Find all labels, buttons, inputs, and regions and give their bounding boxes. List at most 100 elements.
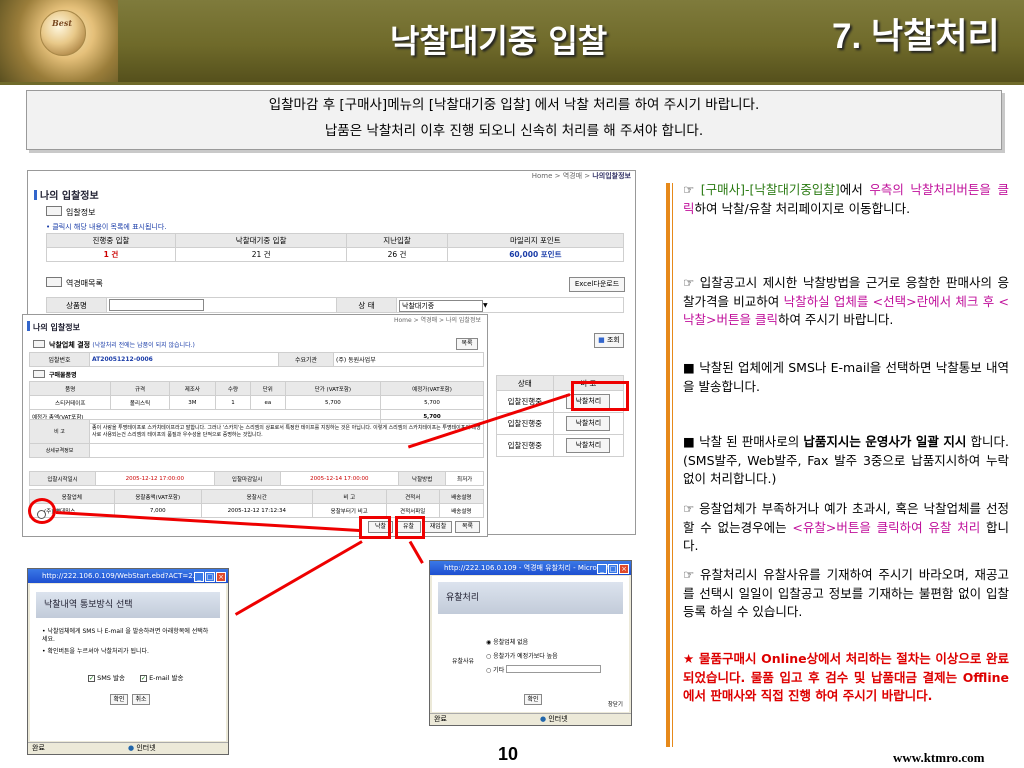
bid-info-title: 나의 입찰정보 — [34, 187, 99, 202]
spec-label: 상세규격정보 — [29, 443, 90, 458]
method-value: 최저가 — [445, 471, 484, 486]
notify-bullet-1: • 낙찰업체에게 SMS 나 E-mail 을 발송하려면 아래항목에 선택하세… — [42, 628, 209, 643]
reason-option-2[interactable]: ○ 응찰가가 예정가보다 높음 — [486, 650, 601, 664]
highlight-select-radio — [28, 498, 56, 524]
summary-header: 지난입찰 — [346, 233, 448, 248]
para-1: ☞ [구매사]-[낙찰대기중입찰]에서 우측의 낙찰처리버튼을 클릭하여 낙찰/… — [683, 182, 1009, 216]
schedule-table: 입찰시작일시 2005-12-12 17:00:00 입찰마감일시 2005-12-1… — [28, 471, 484, 486]
accent-bar-thin — [672, 183, 673, 747]
award-process-button[interactable]: 낙찰처리 — [566, 438, 611, 453]
bid-header: 응찰시간 — [200, 489, 313, 504]
summary-value[interactable]: 1 건 — [46, 247, 176, 262]
notify-bullet-2: • 확인버튼을 누르셔야 낙찰처리가 됩니다. — [42, 648, 149, 655]
end-value: 2005-12-14 17:00:00 — [279, 471, 400, 486]
notify-cancel-button[interactable]: 취소 — [132, 694, 150, 705]
search-table: 상품명 상 태 낙찰대기중 ▼ — [46, 297, 624, 313]
reason-option-1[interactable]: ◉ 응찰업체 없음 — [486, 636, 601, 650]
fail-popup-window: http://222.106.0.109 - 역경매 유찰처리 - Micros… — [429, 560, 632, 726]
section-icon — [33, 340, 45, 348]
item-cell: 3M — [168, 395, 217, 410]
item-header: 예정가(VAT포함) — [380, 381, 484, 396]
fail-heading: 유찰처리 — [438, 582, 623, 614]
footer-url[interactable]: www.ktmro.com — [893, 750, 984, 766]
org-value: (주) 동원사업부 — [333, 352, 484, 367]
summary-value[interactable]: 21 건 — [174, 247, 348, 262]
notify-statusbar: 완료 ● 인터넷 — [28, 742, 228, 754]
method-label: 낙찰방법 — [398, 471, 447, 486]
status-label: 상 태 — [336, 297, 397, 313]
arrow-award-to-notify — [234, 540, 363, 616]
product-label: 상품명 — [46, 297, 107, 313]
bidder-time: 2005-12-12 17:12:34 — [200, 503, 313, 518]
reason-option-3[interactable]: ○ 기타 — [486, 664, 602, 678]
back-list-button[interactable]: 목록 — [455, 521, 480, 533]
maximize-icon[interactable]: □ — [608, 564, 618, 574]
search-button[interactable]: ■ 조회 — [594, 333, 624, 348]
item-header: 규격 — [110, 381, 170, 396]
product-input[interactable] — [109, 299, 204, 311]
bid-section-header: 입찰정보 — [46, 206, 95, 218]
page-number: 10 — [498, 744, 519, 764]
notify-ok-button[interactable]: 확인 — [110, 694, 128, 705]
bid-no: AT20051212-0006 — [89, 352, 279, 367]
delivery-note-link[interactable]: 배송설명 — [438, 503, 485, 518]
highlight-award-button — [359, 516, 391, 539]
excel-download-button[interactable]: Excel다운로드 — [569, 277, 625, 292]
close-icon[interactable]: × — [619, 564, 629, 574]
maximize-icon[interactable]: □ — [205, 572, 215, 582]
rebid-button[interactable]: 재입찰 — [424, 521, 452, 533]
para-4: ■ 낙찰 된 판매사로의 납품지시는 운영사가 일괄 지시 합니다.(SMS발주… — [683, 434, 1009, 486]
para-2: ☞ 입찰공고시 제시한 낙찰방법을 근거로 응찰한 판매사의 응찰가격을 비교하… — [683, 275, 1009, 327]
email-checkbox-row[interactable]: ✓ E-mail 발송 — [140, 672, 183, 682]
item-header: 단위 — [249, 381, 286, 396]
col-status: 상태 — [496, 375, 554, 391]
item-cell: 1 — [215, 395, 251, 410]
bid-header: 견적서 — [385, 489, 440, 504]
summary-header: 낙찰대기중 입찰 — [174, 233, 348, 248]
logo-ball-icon — [40, 10, 86, 56]
item-cell: ea — [249, 395, 286, 410]
para-7: ★ 물품구매시 Online상에서 처리하는 절차는 이상으로 완료 되었습니다… — [683, 651, 1009, 703]
list-button[interactable]: 목록 — [456, 338, 478, 350]
close-icon[interactable]: × — [216, 572, 226, 582]
row-status: 입찰진행중 — [496, 434, 554, 457]
summary-header: 마일리지 포인트 — [446, 233, 625, 248]
notice-line-2: 납품은 낙찰처리 이후 진행 되오니 신속히 처리를 해 주셔야 합니다. — [324, 123, 704, 139]
bid-header: 비 고 — [311, 489, 387, 504]
fail-reason-options: ◉ 응찰업체 없음 ○ 응찰가가 예정가보다 높음 ○ 기타 — [486, 636, 602, 678]
item-cell: 5,700 — [380, 395, 484, 410]
summary-header: 진행중 입찰 — [46, 233, 176, 248]
fail-ok-button[interactable]: 확인 — [524, 694, 542, 705]
radio-icon[interactable]: ◉ — [486, 639, 491, 646]
detail-title: 나의 입찰정보 — [27, 321, 80, 333]
summary-value[interactable]: 26 건 — [346, 247, 448, 262]
section-icon — [33, 370, 45, 378]
reason-other-input[interactable] — [506, 665, 602, 673]
org-label: 수요기관 — [278, 352, 334, 367]
header-divider — [0, 82, 1024, 85]
arrow-fail-to-popup — [408, 540, 424, 564]
items-table: 품명 규격 제조사 수량 단위 단가 (VAT포함) 예정가(VAT포함) 스티커테이프 폴리… — [28, 381, 484, 424]
item-header: 품명 — [28, 381, 112, 396]
item-header: 수량 — [215, 381, 251, 396]
detail-breadcrumb: Home > 역경매 > 나의 입찰정보 — [394, 317, 481, 324]
breadcrumb: Home > 역경매 > 나의입찰정보 — [531, 172, 631, 180]
para-6: ☞ 유찰처리시 유찰사유를 기재하여 주시기 바라오며, 재공고를 선택시 일일… — [683, 567, 1009, 619]
award-process-button[interactable]: 낙찰처리 — [566, 416, 611, 431]
fail-close-link[interactable]: 창닫기 — [608, 700, 623, 708]
sms-checkbox-row[interactable]: ✓ SMS 발송 — [88, 672, 125, 682]
highlight-fail-button — [395, 516, 425, 539]
status-select[interactable]: 낙찰대기중 — [399, 300, 483, 312]
checkbox-icon[interactable]: ✓ — [88, 675, 95, 682]
bid-meta-table: 입찰번호 AT20051212-0006 수요기관 (주) 동원사업부 — [29, 352, 484, 367]
radio-icon[interactable]: ○ — [486, 653, 491, 660]
bid-hint: • 클릭시 해당 내용이 목록에 표시됩니다. — [46, 223, 167, 231]
minimize-icon[interactable]: _ — [597, 564, 607, 574]
checkbox-icon[interactable]: ✓ — [140, 675, 147, 682]
result-section-header: 낙찰업체 결정 (낙찰처리 전에는 납품이 되지 않습니다.) — [33, 340, 195, 350]
radio-icon[interactable]: ○ — [486, 667, 491, 674]
items-section-header: 구매물품명 — [33, 370, 77, 379]
para-5: ☞ 응찰업체가 부족하거나 예가 초과시, 혹은 낙찰업체를 선정 할 수 없는… — [683, 501, 1009, 553]
minimize-icon[interactable]: _ — [194, 572, 204, 582]
search-icon: ■ — [598, 336, 605, 344]
